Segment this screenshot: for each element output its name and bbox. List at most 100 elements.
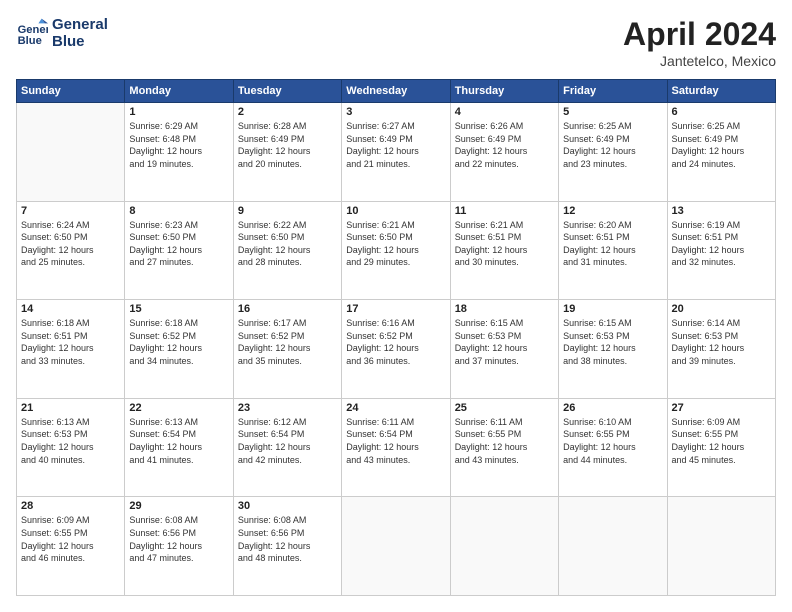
day-detail: Sunrise: 6:13 AMSunset: 6:54 PMDaylight:… [129,416,228,466]
day-number: 24 [346,402,445,414]
day-detail: Sunrise: 6:11 AMSunset: 6:55 PMDaylight:… [455,416,554,466]
calendar-cell: 8Sunrise: 6:23 AMSunset: 6:50 PMDaylight… [125,201,233,300]
day-detail: Sunrise: 6:09 AMSunset: 6:55 PMDaylight:… [21,514,120,564]
day-detail: Sunrise: 6:17 AMSunset: 6:52 PMDaylight:… [238,317,337,367]
week-row-4: 21 Sunrise: 6:13 AMSunset: 6:53 PMDayligh… [17,398,776,497]
day-number: 15 [129,303,228,315]
weekday-header-wednesday: Wednesday [342,80,450,103]
calendar-cell: 24 Sunrise: 6:11 AMSunset: 6:54 PMDayligh… [342,398,450,497]
day-number: 17 [346,303,445,315]
calendar-cell [667,497,775,596]
calendar-cell: 28 Sunrise: 6:09 AMSunset: 6:55 PMDayligh… [17,497,125,596]
day-detail: Sunrise: 6:25 AMSunset: 6:49 PMDaylight:… [672,120,771,170]
day-detail: Sunrise: 6:25 AMSunset: 6:49 PMDaylight:… [563,120,662,170]
calendar-cell: 20 Sunrise: 6:14 AMSunset: 6:53 PMDayligh… [667,300,775,399]
day-number: 12 [563,205,662,217]
day-number: 1 [129,106,228,118]
day-number: 11 [455,205,554,217]
calendar-cell: 1 Sunrise: 6:29 AMSunset: 6:48 PMDaylight… [125,103,233,202]
day-detail: Sunrise: 6:14 AMSunset: 6:53 PMDaylight:… [672,317,771,367]
weekday-header-tuesday: Tuesday [233,80,341,103]
day-number: 20 [672,303,771,315]
weekday-header-friday: Friday [559,80,667,103]
day-detail: Sunrise: 6:24 AMSunset: 6:50 PMDaylight:… [21,219,120,269]
calendar-cell: 2 Sunrise: 6:28 AMSunset: 6:49 PMDaylight… [233,103,341,202]
logo-general: General [52,16,108,33]
day-detail: Sunrise: 6:28 AMSunset: 6:49 PMDaylight:… [238,120,337,170]
calendar-cell: 22 Sunrise: 6:13 AMSunset: 6:54 PMDayligh… [125,398,233,497]
day-number: 21 [21,402,120,414]
calendar-cell: 16Sunrise: 6:17 AMSunset: 6:52 PMDayligh… [233,300,341,399]
calendar-cell: 21 Sunrise: 6:13 AMSunset: 6:53 PMDayligh… [17,398,125,497]
calendar-cell: 10 Sunrise: 6:21 AMSunset: 6:50 PMDayligh… [342,201,450,300]
calendar-cell [559,497,667,596]
day-detail: Sunrise: 6:27 AMSunset: 6:49 PMDaylight:… [346,120,445,170]
title-block: April 2024 Jantetelco, Mexico [623,16,776,69]
weekday-header-thursday: Thursday [450,80,558,103]
weekday-header-row: SundayMondayTuesdayWednesdayThursdayFrid… [17,80,776,103]
day-number: 27 [672,402,771,414]
day-detail: Sunrise: 6:16 AMSunset: 6:52 PMDaylight:… [346,317,445,367]
page: General Blue General Blue April 2024 Jan… [0,0,792,612]
day-number: 14 [21,303,120,315]
day-number: 30 [238,500,337,512]
calendar-cell: 7Sunrise: 6:24 AMSunset: 6:50 PMDaylight… [17,201,125,300]
day-detail: Sunrise: 6:21 AMSunset: 6:50 PMDaylight:… [346,219,445,269]
day-detail: Sunrise: 6:12 AMSunset: 6:54 PMDaylight:… [238,416,337,466]
day-detail: Sunrise: 6:08 AMSunset: 6:56 PMDaylight:… [238,514,337,564]
calendar-cell: 17 Sunrise: 6:16 AMSunset: 6:52 PMDayligh… [342,300,450,399]
day-detail: Sunrise: 6:10 AMSunset: 6:55 PMDaylight:… [563,416,662,466]
month-title: April 2024 [623,16,776,53]
logo: General Blue General Blue [16,16,108,50]
calendar-cell: 12Sunrise: 6:20 AMSunset: 6:51 PMDayligh… [559,201,667,300]
day-number: 18 [455,303,554,315]
day-number: 10 [346,205,445,217]
day-number: 22 [129,402,228,414]
calendar-cell [342,497,450,596]
week-row-1: 1 Sunrise: 6:29 AMSunset: 6:48 PMDaylight… [17,103,776,202]
calendar-cell: 13Sunrise: 6:19 AMSunset: 6:51 PMDayligh… [667,201,775,300]
calendar-cell: 3Sunrise: 6:27 AMSunset: 6:49 PMDaylight… [342,103,450,202]
week-row-5: 28 Sunrise: 6:09 AMSunset: 6:55 PMDayligh… [17,497,776,596]
calendar-cell: 4 Sunrise: 6:26 AMSunset: 6:49 PMDaylight… [450,103,558,202]
day-number: 19 [563,303,662,315]
day-detail: Sunrise: 6:15 AMSunset: 6:53 PMDaylight:… [455,317,554,367]
day-number: 2 [238,106,337,118]
header: General Blue General Blue April 2024 Jan… [16,16,776,69]
calendar-cell [450,497,558,596]
calendar-cell: 11 Sunrise: 6:21 AMSunset: 6:51 PMDayligh… [450,201,558,300]
day-number: 25 [455,402,554,414]
day-detail: Sunrise: 6:26 AMSunset: 6:49 PMDaylight:… [455,120,554,170]
day-number: 28 [21,500,120,512]
day-detail: Sunrise: 6:08 AMSunset: 6:56 PMDaylight:… [129,514,228,564]
day-detail: Sunrise: 6:29 AMSunset: 6:48 PMDaylight:… [129,120,228,170]
calendar-cell: 25 Sunrise: 6:11 AMSunset: 6:55 PMDayligh… [450,398,558,497]
day-number: 13 [672,205,771,217]
day-detail: Sunrise: 6:11 AMSunset: 6:54 PMDaylight:… [346,416,445,466]
calendar-cell: 30 Sunrise: 6:08 AMSunset: 6:56 PMDayligh… [233,497,341,596]
calendar-cell: 23 Sunrise: 6:12 AMSunset: 6:54 PMDayligh… [233,398,341,497]
calendar-cell: 15 Sunrise: 6:18 AMSunset: 6:52 PMDayligh… [125,300,233,399]
day-number: 4 [455,106,554,118]
day-detail: Sunrise: 6:18 AMSunset: 6:52 PMDaylight:… [129,317,228,367]
day-number: 8 [129,205,228,217]
calendar-cell: 6 Sunrise: 6:25 AMSunset: 6:49 PMDaylight… [667,103,775,202]
location: Jantetelco, Mexico [623,53,776,69]
day-number: 29 [129,500,228,512]
day-detail: Sunrise: 6:15 AMSunset: 6:53 PMDaylight:… [563,317,662,367]
day-number: 5 [563,106,662,118]
day-number: 6 [672,106,771,118]
calendar-cell: 18 Sunrise: 6:15 AMSunset: 6:53 PMDayligh… [450,300,558,399]
day-number: 23 [238,402,337,414]
svg-text:General: General [18,24,48,36]
day-detail: Sunrise: 6:21 AMSunset: 6:51 PMDaylight:… [455,219,554,269]
week-row-2: 7Sunrise: 6:24 AMSunset: 6:50 PMDaylight… [17,201,776,300]
calendar-cell: 27 Sunrise: 6:09 AMSunset: 6:55 PMDayligh… [667,398,775,497]
day-detail: Sunrise: 6:13 AMSunset: 6:53 PMDaylight:… [21,416,120,466]
calendar-table: SundayMondayTuesdayWednesdayThursdayFrid… [16,79,776,596]
logo-icon: General Blue [16,17,48,49]
day-detail: Sunrise: 6:09 AMSunset: 6:55 PMDaylight:… [672,416,771,466]
calendar-cell: 19 Sunrise: 6:15 AMSunset: 6:53 PMDayligh… [559,300,667,399]
weekday-header-monday: Monday [125,80,233,103]
calendar-cell: 29 Sunrise: 6:08 AMSunset: 6:56 PMDayligh… [125,497,233,596]
